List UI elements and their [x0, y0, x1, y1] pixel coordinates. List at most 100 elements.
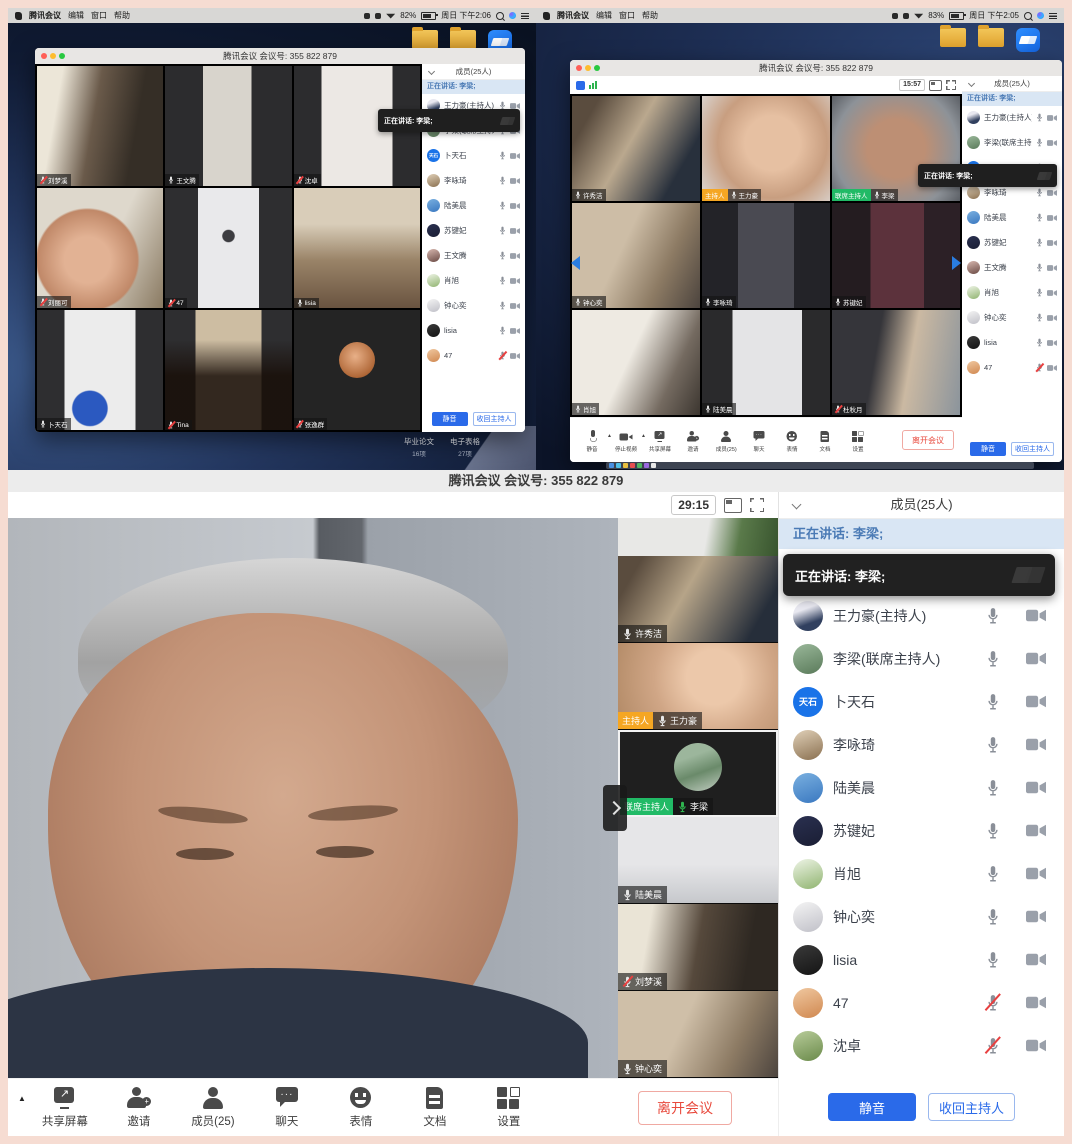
mic-icon[interactable] [1036, 113, 1043, 122]
network-signal-icon[interactable] [589, 81, 598, 89]
mic-icon[interactable] [499, 226, 506, 235]
search-icon[interactable] [496, 12, 504, 20]
toolbar-button[interactable]: 表情 [776, 427, 809, 453]
video-tile[interactable]: 刘梦溪 [37, 66, 163, 186]
desktop-file[interactable]: 电子表格 27项 [450, 436, 480, 458]
member-row[interactable]: 陆美晨 [779, 766, 1064, 809]
members-panel-header[interactable]: 成员(25人) [962, 76, 1062, 92]
member-row[interactable]: 肖旭 [962, 280, 1062, 305]
mic-icon[interactable] [986, 908, 1000, 926]
member-row[interactable]: 李梁(联席主持人) [779, 637, 1064, 680]
mic-icon[interactable] [499, 351, 506, 360]
mic-icon[interactable] [986, 607, 1000, 625]
wifi-icon[interactable] [914, 13, 923, 19]
member-row[interactable]: 天石 卜天石 [422, 143, 525, 168]
folder-icon[interactable] [940, 28, 966, 47]
member-row[interactable]: 47 [962, 355, 1062, 380]
camera-icon[interactable] [1047, 364, 1057, 372]
camera-icon[interactable] [1047, 314, 1057, 322]
camera-icon[interactable] [1026, 651, 1046, 666]
mic-icon[interactable] [986, 822, 1000, 840]
member-row[interactable]: 陆美晨 [422, 193, 525, 218]
window-title[interactable]: 腾讯会议 会议号: 355 822 879 [8, 470, 1064, 492]
mute-all-button[interactable]: 静音 [828, 1093, 916, 1121]
menubar-app-name[interactable]: 腾讯会议 [29, 10, 61, 21]
menubar-item[interactable]: 窗口 [91, 10, 107, 21]
camera-icon[interactable] [510, 227, 520, 235]
mic-icon[interactable] [986, 951, 1000, 969]
member-row[interactable]: 钟心奕 [779, 895, 1064, 938]
mic-icon[interactable] [986, 650, 1000, 668]
reclaim-host-button[interactable]: 收回主持人 [928, 1093, 1015, 1121]
mic-icon[interactable] [1036, 213, 1043, 222]
status-icon[interactable] [364, 13, 370, 19]
mic-icon[interactable] [499, 251, 506, 260]
toolbar-button[interactable]: 成员(25) [710, 427, 743, 453]
member-row[interactable]: 王力豪(主持人) [962, 105, 1062, 130]
siri-icon[interactable] [1037, 12, 1044, 19]
close-button[interactable] [576, 65, 582, 71]
member-row[interactable]: 47 [779, 981, 1064, 1024]
video-thumbnail[interactable]: 主持人 王力豪 [618, 643, 778, 730]
video-tile[interactable]: Tina [165, 310, 291, 430]
toolbar-button[interactable]: 设置 [476, 1086, 542, 1129]
member-row[interactable]: 李梁(联席主持人) [962, 130, 1062, 155]
folder-icon[interactable] [450, 30, 476, 49]
mic-icon[interactable] [499, 151, 506, 160]
video-tile[interactable]: 卜天石 [37, 310, 163, 430]
toolbar-button[interactable]: ↗ 共享屏幕 [644, 427, 677, 453]
camera-icon[interactable] [510, 277, 520, 285]
menubar-item[interactable]: 帮助 [642, 10, 658, 21]
mic-icon[interactable] [986, 693, 1000, 711]
minimize-button[interactable] [585, 65, 591, 71]
video-tile[interactable]: lisia [294, 188, 420, 308]
toolbar-button[interactable]: 成员(25) [180, 1086, 246, 1129]
mute-all-button[interactable]: 静音 [970, 442, 1006, 456]
member-row[interactable]: 47 [422, 343, 525, 368]
camera-icon[interactable] [1047, 139, 1057, 147]
camera-icon[interactable] [1026, 823, 1046, 838]
video-tile[interactable]: 许秀洁 [572, 96, 700, 201]
member-row[interactable]: 李咏琦 [422, 168, 525, 193]
toolbar-button[interactable]: ··· 聊天 [743, 427, 776, 453]
active-speaker-video[interactable] [8, 518, 618, 1078]
search-icon[interactable] [1024, 12, 1032, 20]
control-center-icon[interactable] [521, 13, 529, 19]
video-tile[interactable]: 刘丽可 [37, 188, 163, 308]
video-tile[interactable]: 苏键妃 [832, 203, 960, 308]
control-center-icon[interactable] [1049, 13, 1057, 19]
toolbar-button[interactable]: ↗ 共享屏幕 [32, 1086, 98, 1129]
camera-icon[interactable] [510, 152, 520, 160]
toolbar-button[interactable]: 文档 [809, 427, 842, 453]
camera-icon[interactable] [1026, 995, 1046, 1010]
menubar-item[interactable]: 编辑 [596, 10, 612, 21]
camera-icon[interactable] [1047, 264, 1057, 272]
member-row[interactable]: 苏键妃 [422, 218, 525, 243]
member-row[interactable]: lisia [779, 938, 1064, 981]
camera-icon[interactable] [1026, 694, 1046, 709]
camera-icon[interactable] [1047, 289, 1057, 297]
folder-icon[interactable] [412, 30, 438, 49]
desktop-file[interactable]: 毕业论文 16项 [404, 436, 434, 458]
mic-icon[interactable] [1036, 363, 1043, 372]
video-tile[interactable]: 王文腾 [165, 66, 291, 186]
camera-icon[interactable] [510, 352, 520, 360]
menubar-item[interactable]: 帮助 [114, 10, 130, 21]
member-row[interactable]: 陆美晨 [962, 205, 1062, 230]
reclaim-host-button[interactable]: 收回主持人 [1011, 442, 1054, 456]
camera-icon[interactable] [1026, 737, 1046, 752]
close-button[interactable] [41, 53, 47, 59]
toolbar-button[interactable]: 文档 [402, 1086, 468, 1129]
status-icon[interactable] [903, 13, 909, 19]
camera-icon[interactable] [1026, 780, 1046, 795]
minimize-button[interactable] [50, 53, 56, 59]
video-tile[interactable]: 主持人 王力豪 [702, 96, 830, 201]
mic-icon[interactable] [986, 865, 1000, 883]
member-row[interactable]: lisia [422, 318, 525, 343]
camera-icon[interactable] [1026, 866, 1046, 881]
video-tile[interactable]: 李咏琦 [702, 203, 830, 308]
member-row[interactable]: 王力豪(主持人) [779, 594, 1064, 637]
fullscreen-icon[interactable] [946, 80, 956, 90]
video-tile[interactable]: 肖旭 [572, 310, 700, 415]
mic-icon[interactable] [1036, 238, 1043, 247]
